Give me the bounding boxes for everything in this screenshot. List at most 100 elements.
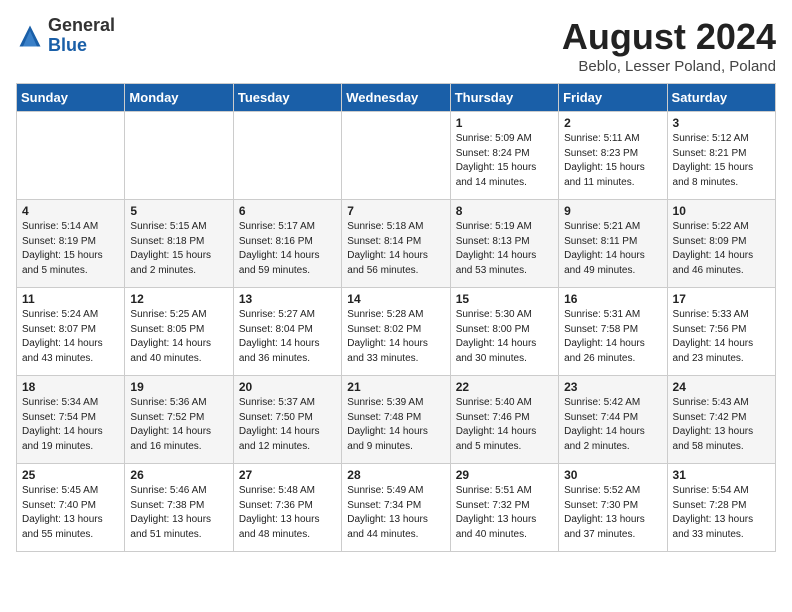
calendar-cell: 31 Sunrise: 5:54 AM Sunset: 7:28 PM Dayli… [667,464,775,552]
day-of-week-header: Saturday [667,84,775,112]
day-info: Sunrise: 5:15 AM Sunset: 8:18 PM Dayligh… [130,220,227,278]
day-info: Sunrise: 5:17 AM Sunset: 8:16 PM Dayligh… [239,220,336,278]
day-number: 25 [22,468,119,482]
calendar-cell: 10Sunrise: 5:22 AM Sunset: 8:09 PM Dayli… [667,200,775,288]
day-number: 31 [673,468,770,482]
day-number: 10 [673,204,770,218]
day-info: Sunrise: 5:12 AM Sunset: 8:21 PM Dayligh… [673,132,770,190]
day-number: 17 [673,292,770,306]
calendar-cell: 14 Sunrise: 5:28 AM Sunset: 8:02 PM Dayli… [342,288,450,376]
calendar-cell: 4 Sunrise: 5:14 AM Sunset: 8:19 PM Daylig… [17,200,125,288]
calendar-cell: 11Sunrise: 5:24 AM Sunset: 8:07 PM Dayli… [17,288,125,376]
calendar-cell: 3 Sunrise: 5:12 AM Sunset: 8:21 PM Daylig… [667,112,775,200]
day-info: Sunrise: 5:52 AM Sunset: 7:30 PM Dayligh… [564,484,661,542]
day-number: 5 [130,204,227,218]
day-number: 28 [347,468,444,482]
day-of-week-header: Sunday [17,84,125,112]
day-number: 29 [456,468,553,482]
day-number: 16 [564,292,661,306]
day-number: 11 [22,292,119,306]
day-of-week-header: Thursday [450,84,558,112]
calendar-cell: 15Sunrise: 5:30 AM Sunset: 8:00 PM Dayli… [450,288,558,376]
day-info: Sunrise: 5:42 AM Sunset: 7:44 PM Dayligh… [564,396,661,454]
calendar-cell: 24Sunrise: 5:43 AM Sunset: 7:42 PM Dayli… [667,376,775,464]
calendar-cell: 2Sunrise: 5:11 AM Sunset: 8:23 PM Daylig… [559,112,667,200]
day-number: 4 [22,204,119,218]
logo-text: General Blue [48,16,115,56]
day-info: Sunrise: 5:27 AM Sunset: 8:04 PM Dayligh… [239,308,336,366]
day-number: 3 [673,116,770,130]
calendar-cell: 1 Sunrise: 5:09 AM Sunset: 8:24 PM Daylig… [450,112,558,200]
calendar-cell [17,112,125,200]
logo: General Blue [16,16,115,56]
day-number: 2 [564,116,661,130]
logo-general-text: General [48,15,115,35]
calendar-week-row: 1 Sunrise: 5:09 AM Sunset: 8:24 PM Daylig… [17,112,776,200]
day-number: 26 [130,468,227,482]
day-number: 13 [239,292,336,306]
day-number: 24 [673,380,770,394]
day-info: Sunrise: 5:21 AM Sunset: 8:11 PM Dayligh… [564,220,661,278]
calendar-cell: 7Sunrise: 5:18 AM Sunset: 8:14 PM Daylig… [342,200,450,288]
calendar-cell: 5 Sunrise: 5:15 AM Sunset: 8:18 PM Daylig… [125,200,233,288]
calendar-cell: 28 Sunrise: 5:49 AM Sunset: 7:34 PM Dayli… [342,464,450,552]
day-number: 1 [456,116,553,130]
day-of-week-header: Tuesday [233,84,341,112]
logo-icon [16,22,44,50]
day-number: 7 [347,204,444,218]
calendar-week-row: 4 Sunrise: 5:14 AM Sunset: 8:19 PM Daylig… [17,200,776,288]
day-number: 6 [239,204,336,218]
day-info: Sunrise: 5:34 AM Sunset: 7:54 PM Dayligh… [22,396,119,454]
day-number: 18 [22,380,119,394]
day-info: Sunrise: 5:40 AM Sunset: 7:46 PM Dayligh… [456,396,553,454]
calendar-cell: 9 Sunrise: 5:21 AM Sunset: 8:11 PM Daylig… [559,200,667,288]
day-info: Sunrise: 5:09 AM Sunset: 8:24 PM Dayligh… [456,132,553,190]
day-of-week-header: Friday [559,84,667,112]
day-info: Sunrise: 5:54 AM Sunset: 7:28 PM Dayligh… [673,484,770,542]
day-number: 20 [239,380,336,394]
calendar-cell [342,112,450,200]
calendar-cell: 22Sunrise: 5:40 AM Sunset: 7:46 PM Dayli… [450,376,558,464]
day-info: Sunrise: 5:39 AM Sunset: 7:48 PM Dayligh… [347,396,444,454]
calendar-cell: 26Sunrise: 5:46 AM Sunset: 7:38 PM Dayli… [125,464,233,552]
day-info: Sunrise: 5:48 AM Sunset: 7:36 PM Dayligh… [239,484,336,542]
logo-blue-text: Blue [48,35,87,55]
day-info: Sunrise: 5:45 AM Sunset: 7:40 PM Dayligh… [22,484,119,542]
day-info: Sunrise: 5:31 AM Sunset: 7:58 PM Dayligh… [564,308,661,366]
day-number: 9 [564,204,661,218]
calendar-title: August 2024 [562,16,776,58]
calendar-cell: 29 Sunrise: 5:51 AM Sunset: 7:32 PM Dayli… [450,464,558,552]
calendar-cell: 18 Sunrise: 5:34 AM Sunset: 7:54 PM Dayli… [17,376,125,464]
day-info: Sunrise: 5:51 AM Sunset: 7:32 PM Dayligh… [456,484,553,542]
calendar-cell [125,112,233,200]
calendar-cell: 16 Sunrise: 5:31 AM Sunset: 7:58 PM Dayli… [559,288,667,376]
day-number: 23 [564,380,661,394]
day-number: 30 [564,468,661,482]
day-of-week-header: Monday [125,84,233,112]
day-number: 15 [456,292,553,306]
calendar-cell: 12Sunrise: 5:25 AM Sunset: 8:05 PM Dayli… [125,288,233,376]
calendar-cell: 20 Sunrise: 5:37 AM Sunset: 7:50 PM Dayli… [233,376,341,464]
day-info: Sunrise: 5:37 AM Sunset: 7:50 PM Dayligh… [239,396,336,454]
calendar-week-row: 25 Sunrise: 5:45 AM Sunset: 7:40 PM Dayli… [17,464,776,552]
calendar-subtitle: Beblo, Lesser Poland, Poland [562,58,776,75]
page-header: General Blue August 2024 Beblo, Lesser P… [16,16,776,75]
calendar-cell: 19 Sunrise: 5:36 AM Sunset: 7:52 PM Dayli… [125,376,233,464]
calendar-table: SundayMondayTuesdayWednesdayThursdayFrid… [16,83,776,552]
calendar-cell [233,112,341,200]
day-number: 14 [347,292,444,306]
day-info: Sunrise: 5:14 AM Sunset: 8:19 PM Dayligh… [22,220,119,278]
calendar-cell: 13 Sunrise: 5:27 AM Sunset: 8:04 PM Dayli… [233,288,341,376]
calendar-cell: 21Sunrise: 5:39 AM Sunset: 7:48 PM Dayli… [342,376,450,464]
day-info: Sunrise: 5:28 AM Sunset: 8:02 PM Dayligh… [347,308,444,366]
day-info: Sunrise: 5:36 AM Sunset: 7:52 PM Dayligh… [130,396,227,454]
day-number: 19 [130,380,227,394]
calendar-cell: 27 Sunrise: 5:48 AM Sunset: 7:36 PM Dayli… [233,464,341,552]
day-of-week-header: Wednesday [342,84,450,112]
day-info: Sunrise: 5:33 AM Sunset: 7:56 PM Dayligh… [673,308,770,366]
day-number: 27 [239,468,336,482]
day-info: Sunrise: 5:49 AM Sunset: 7:34 PM Dayligh… [347,484,444,542]
title-block: August 2024 Beblo, Lesser Poland, Poland [562,16,776,75]
calendar-week-row: 11Sunrise: 5:24 AM Sunset: 8:07 PM Dayli… [17,288,776,376]
calendar-cell: 30 Sunrise: 5:52 AM Sunset: 7:30 PM Dayli… [559,464,667,552]
